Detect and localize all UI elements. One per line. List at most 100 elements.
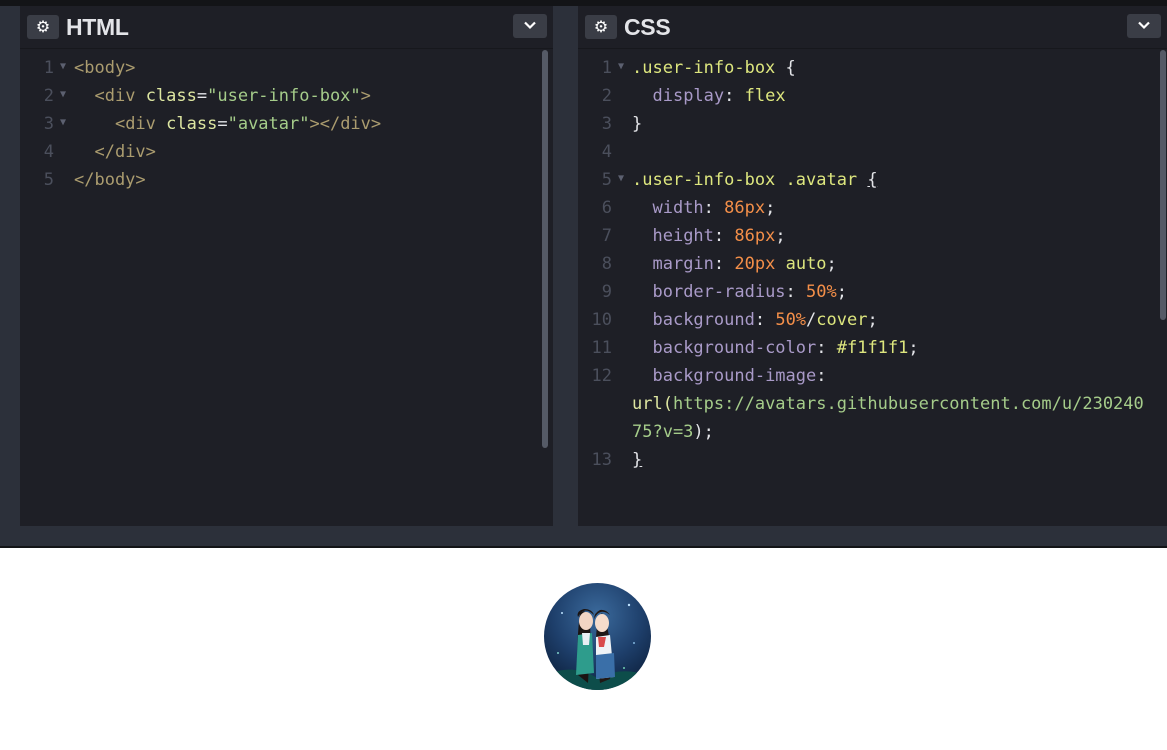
code-token: #f1f1f1 [836,338,909,358]
code-token: = [196,86,208,106]
code-token: ></div> [309,114,382,134]
html-editor-title: HTML [66,14,129,40]
code-token: 86px [724,198,766,218]
code-token: </body> [74,170,146,190]
chevron-down-icon [1138,21,1150,30]
code-token: .user-info-box .avatar [632,170,858,190]
html-code-area[interactable]: 1 ▼ <body> 2 ▼ <div class="user-info-box"> … [20,54,553,194]
code-line-wrapped: url(https://avatars.githubusercontent.co… [578,390,1167,418]
code-line-wrapped: 75?v=3); [578,418,1167,446]
code-token: : [703,198,725,218]
resize-divider[interactable] [0,526,1167,546]
code-line: 4 </div> [20,138,553,166]
html-editor[interactable]: ⚙ HTML 1 ▼ <body> 2 ▼ <div class="user-info… [20,6,553,526]
code-line: 10 background: 50%/cover; [578,306,1167,334]
code-token: ; [775,226,786,246]
css-editor-header: ⚙ CSS [578,6,1167,49]
code-token: ; [765,198,776,218]
code-token: ; [836,282,847,302]
avatar-image [544,583,651,690]
code-token: <body> [74,58,136,78]
css-settings-button[interactable]: ⚙ [585,15,617,39]
code-token: .user-info-box [632,58,776,78]
code-token: border-radius [652,282,786,302]
code-token: margin [652,254,714,274]
code-line: 9 border-radius: 50%; [578,278,1167,306]
code-token: } [632,450,643,470]
html-collapse-button[interactable] [513,14,547,38]
code-token: class [145,86,197,106]
line-number: 3 [601,114,612,134]
code-token: : [816,338,837,358]
fold-arrow-icon[interactable]: ▼ [60,81,66,109]
code-token: { [775,58,796,78]
line-number: 2 [601,86,612,106]
css-editor-title: CSS [624,14,671,40]
code-line: 1 ▼ .user-info-box { [578,54,1167,82]
code-token: class [166,114,218,134]
code-token: ); [693,422,714,442]
line-number: 1 [601,58,612,78]
code-token: url( [632,394,673,414]
code-line: 13} [578,446,1167,474]
html-scrollbar[interactable] [542,50,548,448]
code-line: 12 background-image: [578,362,1167,390]
code-line: 4 [578,138,1167,166]
code-token: <div [94,86,136,106]
code-line: 8 margin: 20px auto; [578,250,1167,278]
code-token: background-image [652,366,817,386]
code-token: cover [816,310,868,330]
code-token: background [652,310,755,330]
code-token: ; [867,310,878,330]
code-token: ; [826,254,837,274]
code-line: 6 width: 86px; [578,194,1167,222]
css-code-area[interactable]: 1 ▼ .user-info-box { 2 display: flex 3} 4 … [578,54,1167,474]
html-settings-button[interactable]: ⚙ [27,15,59,39]
line-number: 7 [601,226,612,246]
line-number: 12 [591,366,612,386]
css-editor[interactable]: ⚙ CSS 1 ▼ .user-info-box { 2 display: flex… [578,6,1167,526]
code-token: width [652,198,704,218]
chevron-down-icon [524,21,536,30]
line-number: 4 [43,142,54,162]
line-number: 6 [601,198,612,218]
code-token: : [724,86,745,106]
editors-pane: ⚙ HTML 1 ▼ <body> 2 ▼ <div class="user-info… [0,6,1167,526]
code-token: </div> [94,142,156,162]
line-number: 8 [601,254,612,274]
code-token: / [806,310,817,330]
line-number: 13 [591,450,612,470]
code-line: 2 ▼ <div class="user-info-box"> [20,82,553,110]
code-token: { [867,170,878,190]
code-token: ; [908,338,919,358]
fold-arrow-icon[interactable]: ▼ [618,53,624,81]
css-scrollbar[interactable] [1160,50,1166,320]
gear-icon: ⚙ [593,17,609,36]
code-token: 50% [775,310,807,330]
css-collapse-button[interactable] [1127,14,1161,38]
code-token: height [652,226,714,246]
fold-arrow-icon[interactable]: ▼ [60,109,66,137]
code-token: 50% [806,282,837,302]
code-line: 2 display: flex [578,82,1167,110]
code-token: "avatar" [227,114,310,134]
line-number: 4 [601,142,612,162]
code-line: 5 </body> [20,166,553,194]
code-line: 5 ▼ .user-info-box .avatar { [578,166,1167,194]
line-number: 5 [43,170,54,190]
code-token: flex [744,86,786,106]
gear-icon: ⚙ [35,17,51,36]
code-token: 75?v=3 [632,422,694,442]
code-token: : [713,226,735,246]
code-token: 20px [734,254,776,274]
fold-arrow-icon[interactable]: ▼ [618,165,624,193]
line-number: 10 [591,310,612,330]
fold-arrow-icon[interactable]: ▼ [60,53,66,81]
line-number: 9 [601,282,612,302]
code-token: } [632,114,643,134]
line-number: 5 [601,170,612,190]
line-number: 2 [43,86,54,106]
line-number: 1 [43,58,54,78]
code-token: : [754,310,776,330]
code-token: = [217,114,228,134]
